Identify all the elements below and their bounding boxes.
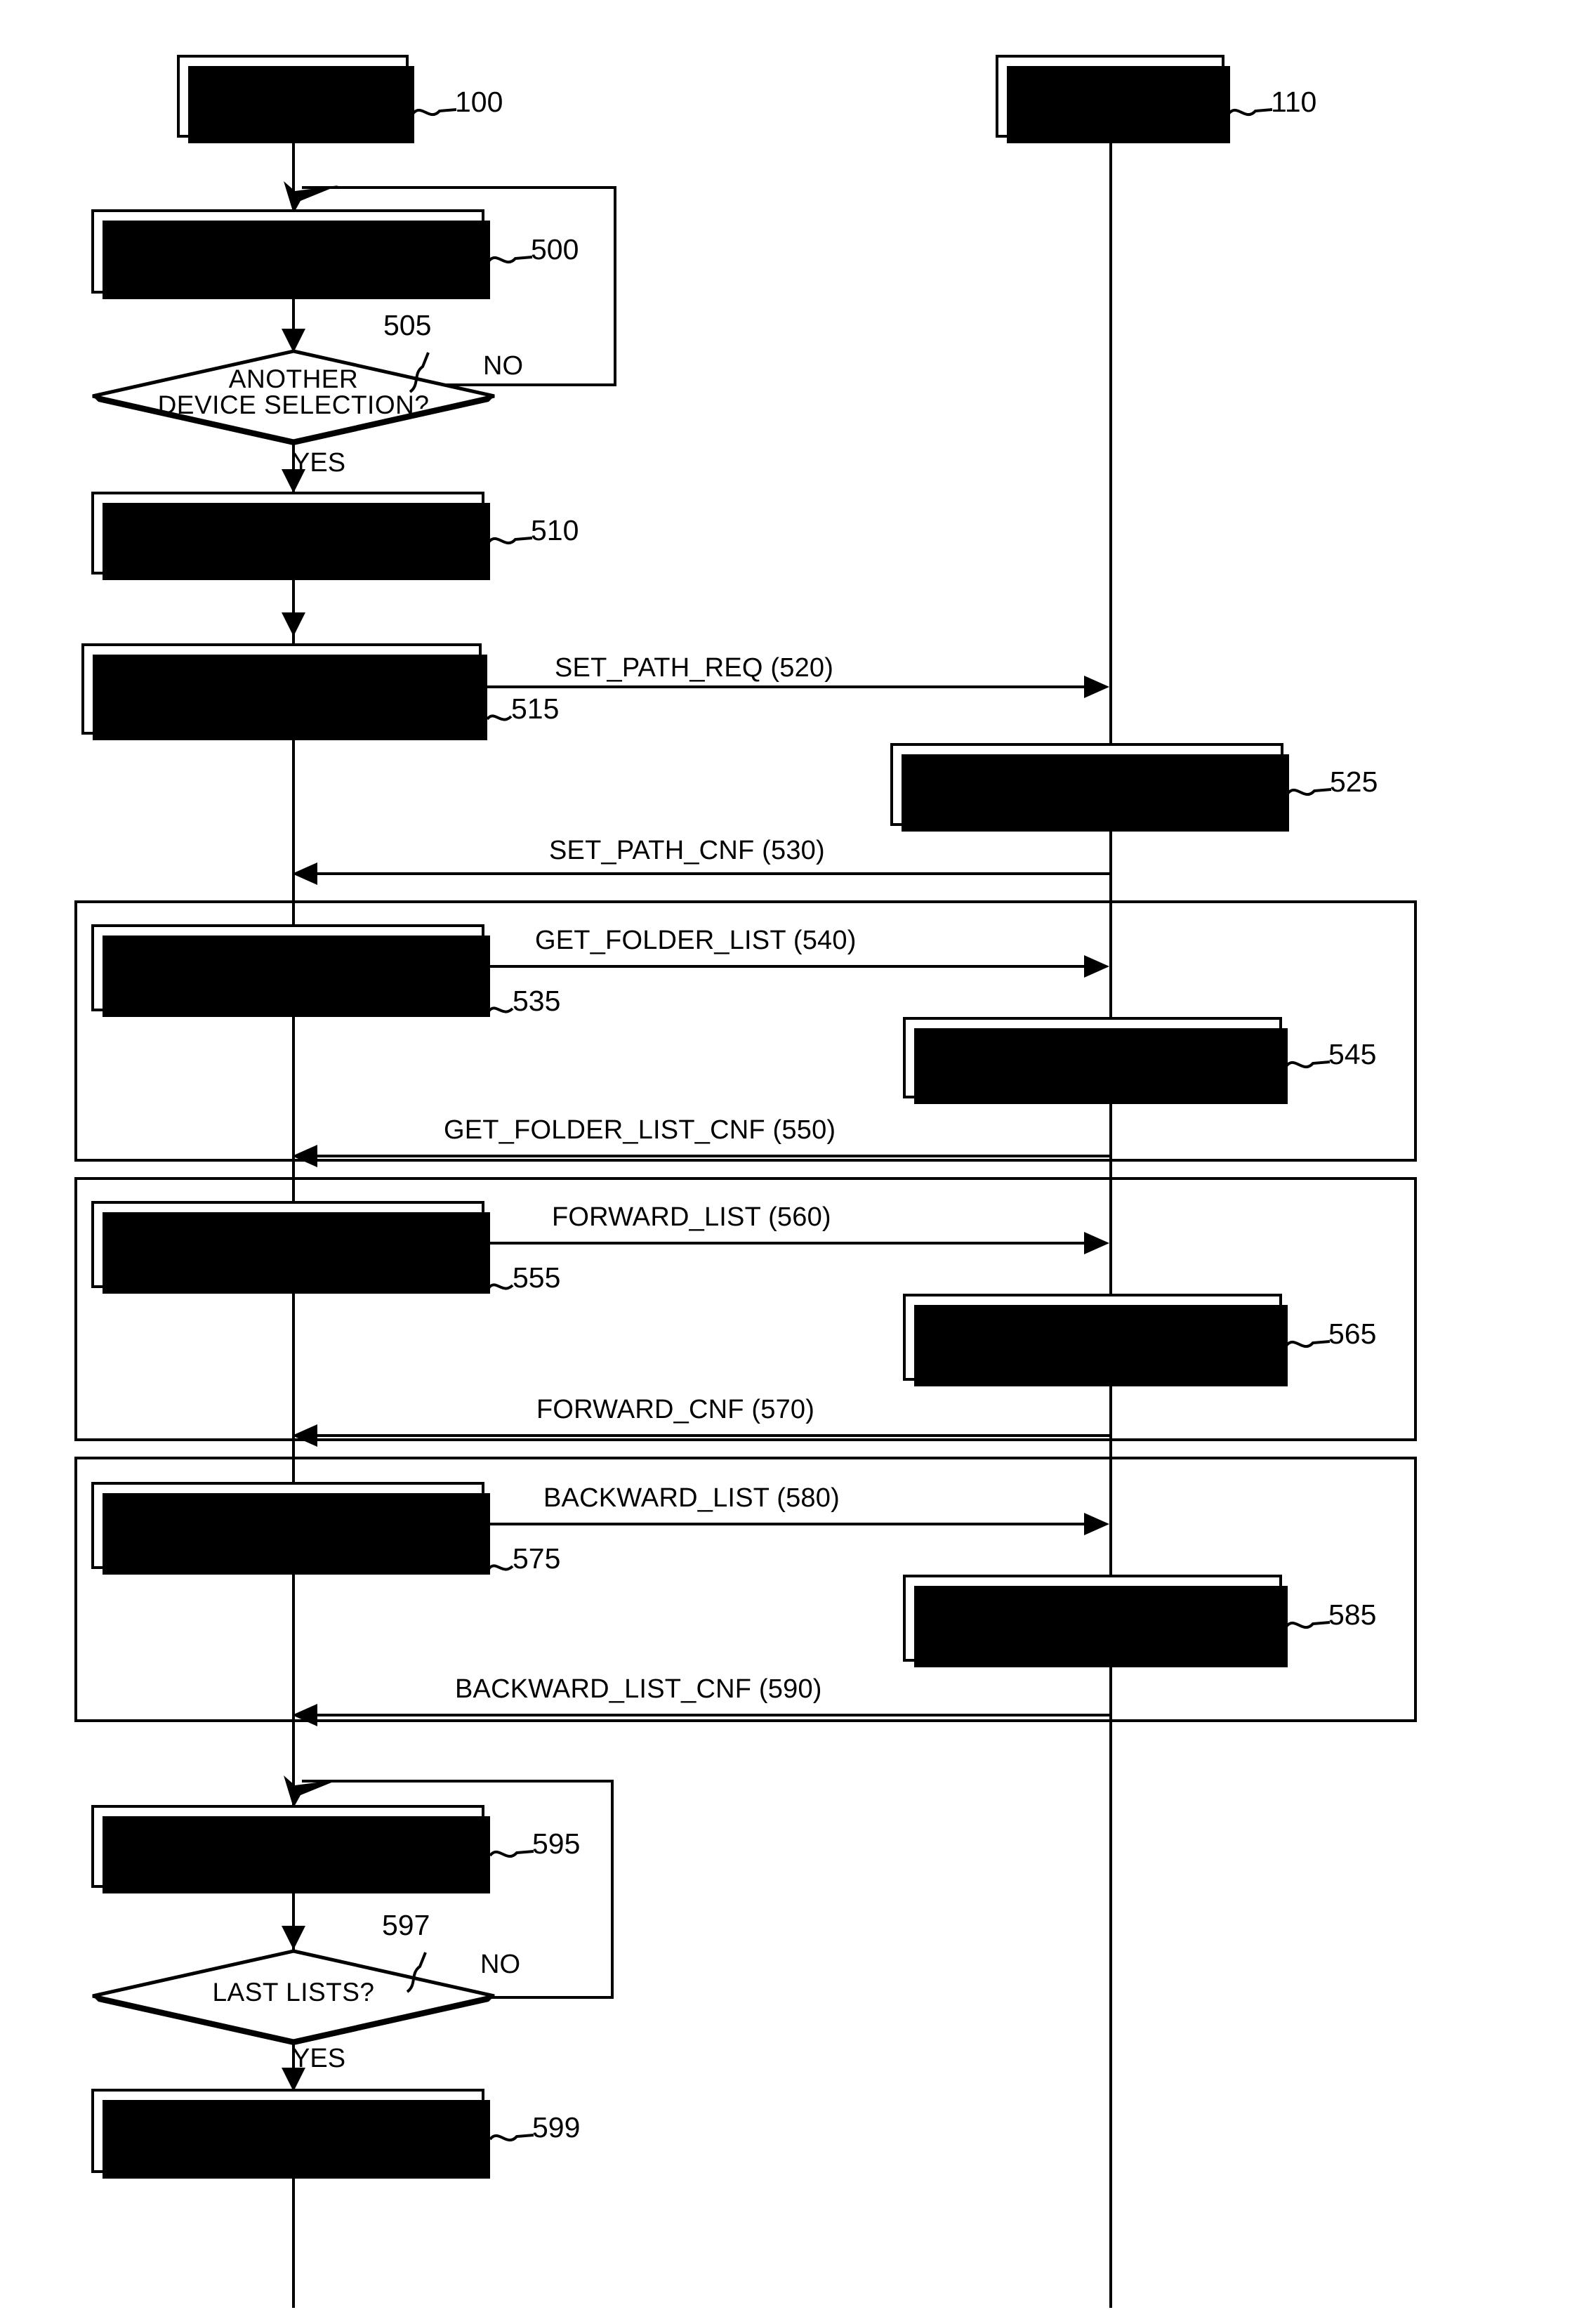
branch-597-no-label: NO: [480, 1950, 520, 1979]
flowchart-figure: CLIENT 100 SERVER 110 DISPLAY BROWSING S…: [0, 0, 1591, 2324]
lane-server-box: SERVER: [996, 55, 1230, 143]
node-575-request-to-get-backward-end: REQUEST TO GET BACKWARD/END: [91, 1482, 490, 1575]
message-520-label: SET_PATH_REQ (520): [555, 653, 834, 683]
message-560-label: FORWARD_LIST (560): [552, 1202, 831, 1232]
message-550-arrowhead: [292, 1145, 317, 1167]
message-530-label: SET_PATH_CNF (530): [549, 836, 825, 865]
message-520-line: [482, 685, 1088, 688]
node-565-create-xml-format-forward-lists: CREATE XML FORMAT FORWARD LISTS: [903, 1294, 1288, 1386]
node-585-create-xml-format-backward-lists: CREATE XML FORMAT BACKWARD LISTS: [903, 1575, 1288, 1667]
loop-597-vertical: [611, 1780, 614, 1999]
ref-515: 515: [511, 692, 560, 725]
message-590-arrowhead: [292, 1704, 317, 1726]
node-565-label: CREATE XML FORMAT FORWARD LISTS: [950, 1308, 1235, 1365]
node-535-label: REQUEST TO GET FOLDER LISTS: [171, 939, 404, 996]
node-500-label: DISPLAY BROWSING SCREEN: [155, 223, 421, 280]
node-585-label: CREATE XML FORMAT BACKWARD LISTS: [950, 1589, 1235, 1646]
message-570-label: FORWARD_CNF (570): [536, 1395, 815, 1424]
ref-595: 595: [532, 1827, 581, 1860]
message-570-arrowhead: [292, 1424, 317, 1447]
node-525-label: ACCEPT DATA EXCHANGE: [923, 769, 1251, 799]
ref-585: 585: [1328, 1598, 1377, 1631]
node-595-label: PARSE XML FORMAT PACKET: [154, 1818, 421, 1875]
edge-515-down: [292, 735, 295, 878]
message-560-line: [484, 1242, 1088, 1245]
node-599-display-browsing-result-screen: DISPLAY BROWSING RESULT SCREEN: [91, 2089, 490, 2179]
ref-565: 565: [1328, 1318, 1377, 1350]
ref-597: 597: [382, 1909, 430, 1941]
message-530-arrowhead: [292, 862, 317, 885]
message-590-label: BACKWARD_LIST_CNF (590): [455, 1674, 822, 1704]
ref-535: 535: [513, 985, 561, 1017]
node-555-label: REQUEST TO GET FORWARD/START: [171, 1216, 404, 1273]
lane-client-label: CLIENT: [245, 81, 341, 111]
ref-599: 599: [532, 2111, 581, 2144]
message-590-line: [317, 1714, 1111, 1716]
message-580-label: BACKWARD_LIST (580): [543, 1483, 840, 1513]
edge-595-to-597-arrowhead: [282, 1926, 305, 1950]
node-515-label: REQUEST TO SET PATH: [129, 674, 434, 704]
message-560-arrowhead: [1084, 1232, 1109, 1254]
node-500-display-browsing-screen: DISPLAY BROWSING SCREEN: [91, 209, 490, 299]
node-545-count-folder-lists: COUNT FOLDER LISTS: [903, 1017, 1288, 1104]
node-575-label: REQUEST TO GET BACKWARD/END: [171, 1497, 404, 1554]
ref-leader-505: [409, 352, 430, 393]
ref-505: 505: [383, 309, 432, 341]
node-535-request-to-get-folder-lists: REQUEST TO GET FOLDER LISTS: [91, 924, 490, 1017]
ref-555: 555: [513, 1261, 561, 1294]
node-510-label: PERFORM FOLDER BROWSING: [164, 504, 412, 561]
ref-575: 575: [513, 1542, 561, 1575]
node-525-accept-data-exchange: ACCEPT DATA EXCHANGE: [890, 743, 1289, 832]
lane-server-label: SERVER: [1055, 81, 1165, 111]
ref-510: 510: [531, 514, 579, 546]
branch-505-yes-label: YES: [292, 448, 346, 478]
message-580-line: [484, 1523, 1088, 1525]
ref-110: 110: [1271, 86, 1317, 118]
message-550-label: GET_FOLDER_LIST_CNF (550): [444, 1115, 836, 1145]
lane-client-box: CLIENT: [177, 55, 414, 143]
message-520-arrowhead: [1084, 676, 1109, 698]
message-550-line: [317, 1155, 1111, 1157]
loop-505-vertical: [614, 186, 616, 386]
node-555-request-to-get-forward-start: REQUEST TO GET FORWARD/START: [91, 1201, 490, 1294]
ref-leader-597: [406, 1952, 427, 1993]
node-510-perform-folder-browsing: PERFORM FOLDER BROWSING: [91, 492, 490, 580]
ref-545: 545: [1328, 1038, 1377, 1070]
branch-505-no-label: NO: [483, 351, 523, 381]
node-545-label: COUNT FOLDER LISTS: [947, 1043, 1238, 1072]
message-580-arrowhead: [1084, 1513, 1109, 1535]
message-530-line: [317, 872, 1111, 875]
branch-597-yes-label: YES: [292, 2044, 346, 2073]
message-570-line: [317, 1434, 1111, 1437]
node-599-label: DISPLAY BROWSING RESULT SCREEN: [155, 2102, 421, 2159]
node-595-parse-xml-format-packet: PARSE XML FORMAT PACKET: [91, 1805, 490, 1893]
node-515-request-to-set-path: REQUEST TO SET PATH: [81, 643, 487, 740]
loop-505-top: [302, 186, 616, 189]
message-540-arrowhead: [1084, 955, 1109, 978]
ref-100: 100: [455, 86, 503, 118]
edge-510-to-515-arrowhead: [282, 612, 305, 636]
loop-597-top: [302, 1780, 614, 1783]
ref-500: 500: [531, 233, 579, 265]
message-540-line: [484, 965, 1088, 968]
message-540-label: GET_FOLDER_LIST (540): [535, 926, 857, 955]
ref-525: 525: [1330, 766, 1378, 798]
